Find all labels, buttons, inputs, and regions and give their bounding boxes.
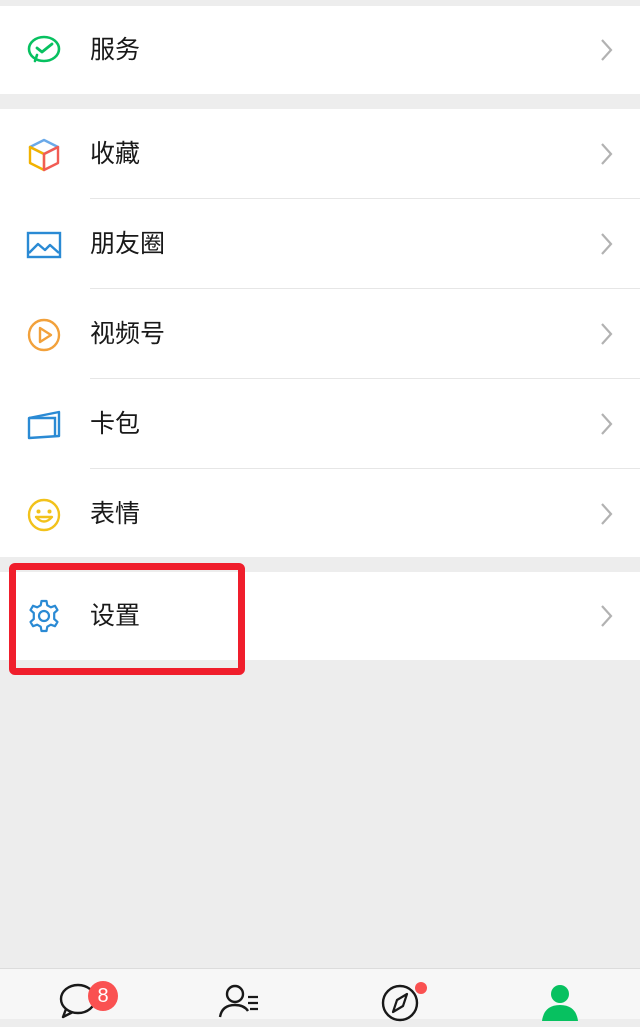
chevron-right-icon [600, 142, 614, 166]
chevron-right-icon [600, 502, 614, 526]
tab-discover[interactable] [320, 969, 480, 1022]
service-group: 服务 [0, 6, 640, 94]
menu-item-settings[interactable]: 设置 [0, 572, 640, 660]
menu-item-label: 表情 [90, 499, 141, 528]
settings-group: 设置 [0, 572, 640, 660]
favorites-cube-icon [25, 136, 63, 174]
stickers-smiley-icon [25, 496, 63, 534]
main-menu-group: 收藏 朋友圈 视频号 卡包 表情 [0, 109, 640, 557]
tab-contacts[interactable] [160, 969, 320, 1019]
channels-play-icon [25, 316, 63, 354]
menu-item-label: 设置 [90, 601, 141, 630]
menu-item-label: 朋友圈 [90, 229, 166, 258]
tab-me[interactable] [480, 969, 640, 1021]
wechat-pay-icon [25, 31, 63, 69]
chevron-right-icon [600, 322, 614, 346]
card-wallet-icon [25, 406, 63, 444]
menu-item-label: 卡包 [90, 409, 141, 438]
chevron-right-icon [600, 412, 614, 436]
menu-item-label: 视频号 [90, 319, 166, 348]
menu-item-channels[interactable]: 视频号 [0, 289, 640, 379]
contacts-icon [218, 984, 258, 1018]
menu-item-label: 服务 [90, 35, 141, 64]
menu-item-service[interactable]: 服务 [0, 6, 640, 94]
menu-item-stickers[interactable]: 表情 [0, 469, 640, 559]
me-person-icon [542, 985, 578, 1021]
settings-gear-icon [25, 597, 63, 635]
new-content-dot [415, 982, 427, 994]
bottom-tab-bar: 8 [0, 968, 640, 1022]
chevron-right-icon [600, 38, 614, 62]
menu-item-label: 收藏 [90, 139, 141, 168]
unread-badge: 8 [88, 981, 118, 1011]
menu-item-moments[interactable]: 朋友圈 [0, 199, 640, 289]
tab-chats[interactable]: 8 [0, 969, 160, 1019]
moments-photo-icon [25, 226, 63, 264]
menu-item-favorites[interactable]: 收藏 [0, 109, 640, 199]
chevron-right-icon [600, 604, 614, 628]
chevron-right-icon [600, 232, 614, 256]
menu-item-cards[interactable]: 卡包 [0, 379, 640, 469]
